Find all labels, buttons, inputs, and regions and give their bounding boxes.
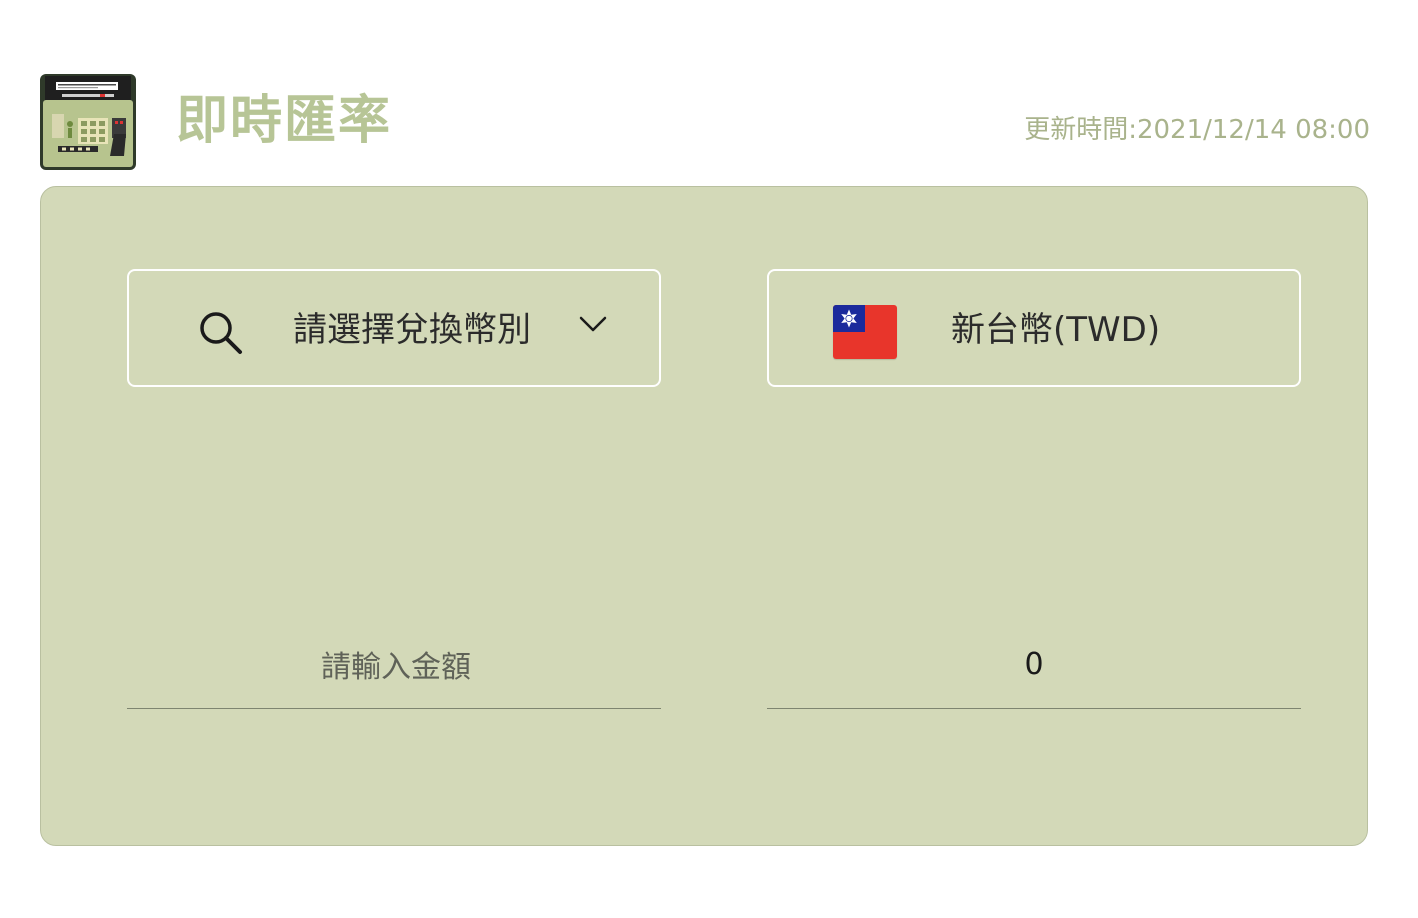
update-time-text: 更新時間:2021/12/14 08:00 [1024,115,1370,145]
from-amount-input[interactable] [127,631,665,703]
chevron-down-icon [579,315,607,333]
header: 即時匯率 更新時間:2021/12/14 08:00 [40,74,1370,170]
cash-register-icon [40,74,136,170]
from-currency-select[interactable]: 請選擇兌換幣別 [127,269,661,387]
from-currency-label: 請選擇兌換幣別 [293,310,531,350]
from-amount-field-wrapper [127,617,665,709]
to-amount-field-wrapper: 0 [767,617,1301,709]
to-currency-label: 新台幣(TWD) [951,310,1161,350]
search-icon [197,309,243,355]
to-amount-value: 0 [1024,647,1044,682]
taiwan-flag-icon [833,305,897,359]
page-title: 即時匯率 [176,91,393,151]
converter-panel: 請選擇兌換幣別 新台幣(TWD) 0 [40,186,1368,846]
to-currency-select[interactable]: 新台幣(TWD) [767,269,1301,387]
